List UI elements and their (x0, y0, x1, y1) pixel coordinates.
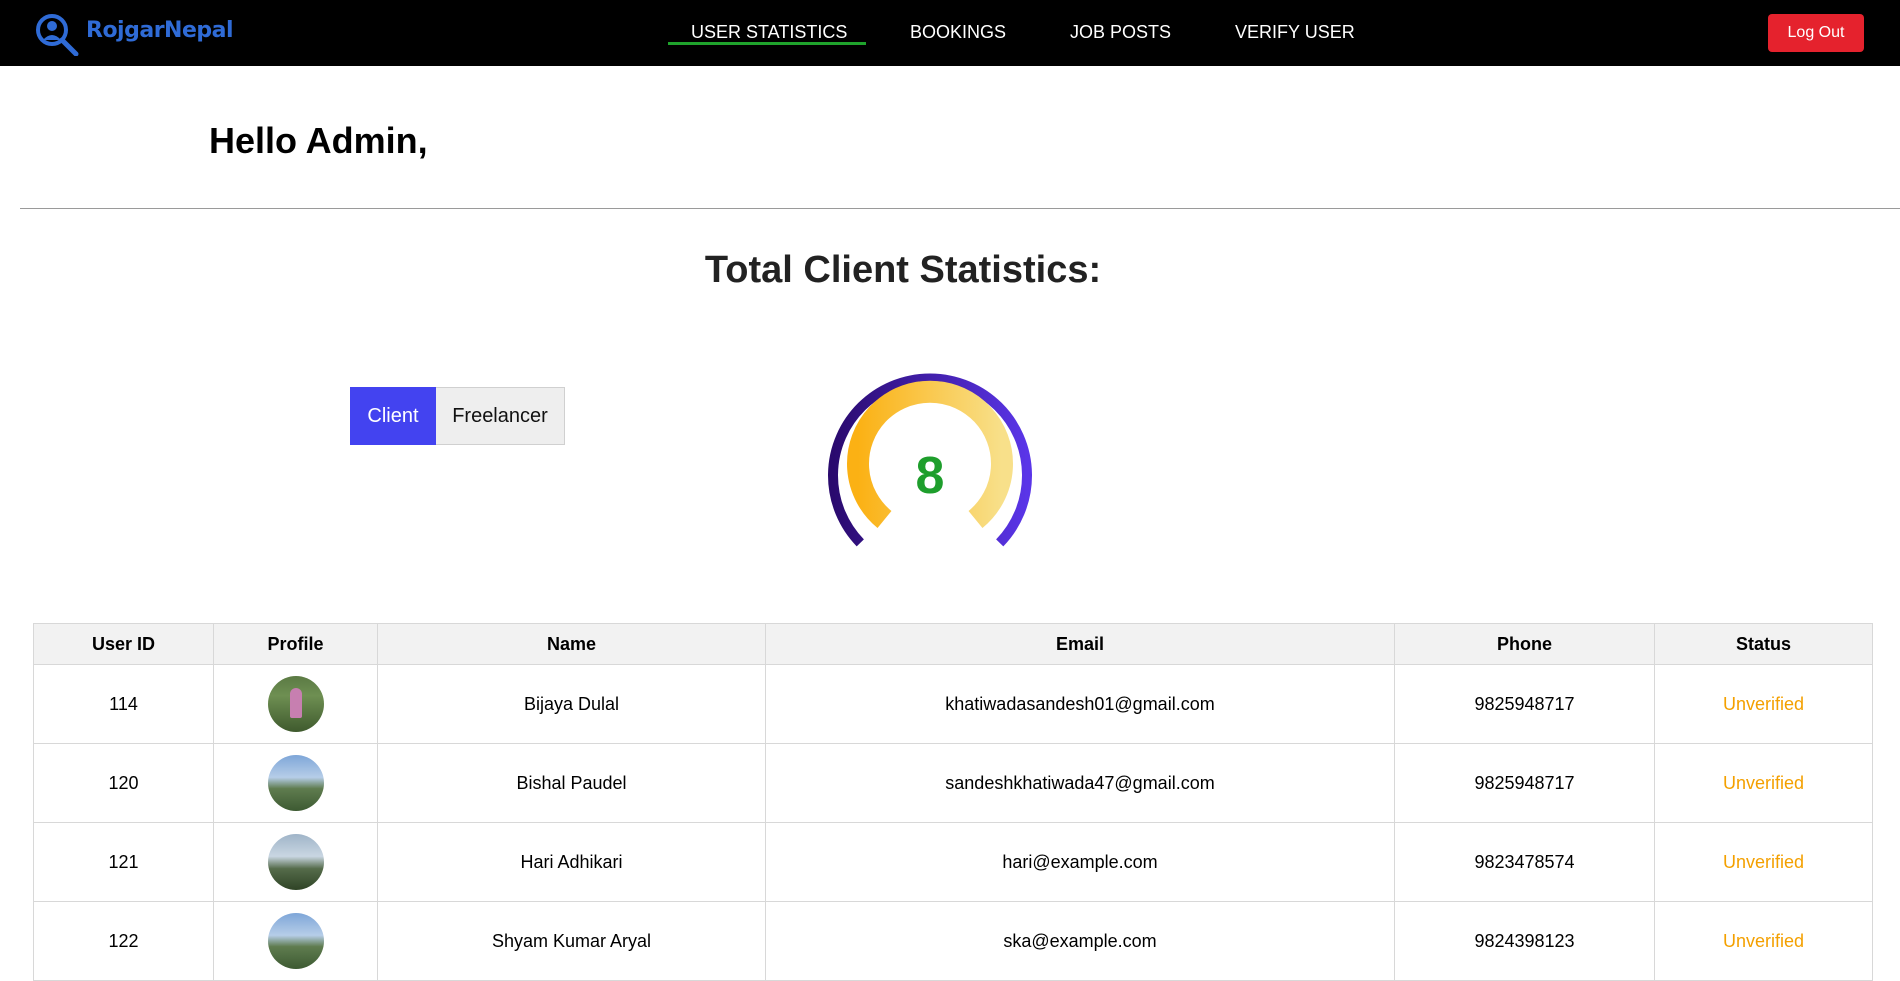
user-id-cell: 120 (33, 743, 214, 823)
nav-job-posts[interactable]: JOB POSTS (1070, 22, 1171, 43)
user-id-cell: 121 (33, 822, 214, 902)
avatar (267, 913, 324, 969)
phone-cell: 9825948717 (1394, 664, 1655, 744)
column-header-user-id: User ID (33, 623, 214, 665)
name-cell: Hari Adhikari (377, 822, 766, 902)
active-nav-indicator (668, 42, 866, 45)
greeting-heading: Hello Admin, (209, 120, 428, 161)
table-row[interactable]: 122 Shyam Kumar Aryal ska@example.com 98… (33, 901, 1873, 981)
profile-cell (213, 743, 378, 823)
avatar (267, 834, 324, 890)
column-header-phone: Phone (1394, 623, 1655, 665)
email-cell: sandeshkhatiwada47@gmail.com (765, 743, 1395, 823)
top-navbar: RojgarNepal USER STATISTICS BOOKINGS JOB… (0, 0, 1900, 66)
users-table: User ID Profile Name Email Phone Status … (33, 623, 1873, 981)
name-cell: Shyam Kumar Aryal (377, 901, 766, 981)
column-header-status: Status (1654, 623, 1873, 665)
table-row[interactable]: 121 Hari Adhikari hari@example.com 98234… (33, 822, 1873, 902)
nav-verify-user[interactable]: VERIFY USER (1235, 22, 1355, 43)
avatar (267, 676, 324, 732)
users-table-container: User ID Profile Name Email Phone Status … (33, 623, 1873, 981)
user-id-cell: 122 (33, 901, 214, 981)
profile-cell (213, 822, 378, 902)
status-badge: Unverified (1654, 822, 1873, 902)
user-type-toggle: Client Freelancer (350, 387, 565, 445)
client-count-gauge: 8 (820, 368, 1040, 548)
status-badge: Unverified (1654, 901, 1873, 981)
gauge-value: 8 (915, 447, 945, 505)
logout-button[interactable]: Log Out (1768, 14, 1864, 52)
user-id-cell: 114 (33, 664, 214, 744)
phone-cell: 9824398123 (1394, 901, 1655, 981)
profile-cell (213, 664, 378, 744)
column-header-name: Name (377, 623, 766, 665)
email-cell: ska@example.com (765, 901, 1395, 981)
table-row[interactable]: 120 Bishal Paudel sandeshkhatiwada47@gma… (33, 743, 1873, 823)
name-cell: Bijaya Dulal (377, 664, 766, 744)
client-toggle-button[interactable]: Client (350, 387, 436, 445)
profile-cell (213, 901, 378, 981)
table-row[interactable]: 114 Bijaya Dulal khatiwadasandesh01@gmai… (33, 664, 1873, 744)
nav-user-statistics[interactable]: USER STATISTICS (691, 22, 847, 43)
freelancer-toggle-button[interactable]: Freelancer (436, 387, 565, 445)
column-header-profile: Profile (213, 623, 378, 665)
avatar (267, 755, 324, 811)
nav-bookings[interactable]: BOOKINGS (910, 22, 1006, 43)
column-header-email: Email (765, 623, 1395, 665)
name-cell: Bishal Paudel (377, 743, 766, 823)
phone-cell: 9823478574 (1394, 822, 1655, 902)
section-divider (20, 208, 1900, 209)
table-header-row: User ID Profile Name Email Phone Status (33, 623, 1873, 665)
main-nav: USER STATISTICS BOOKINGS JOB POSTS VERIF… (0, 0, 1900, 66)
email-cell: hari@example.com (765, 822, 1395, 902)
phone-cell: 9825948717 (1394, 743, 1655, 823)
status-badge: Unverified (1654, 664, 1873, 744)
email-cell: khatiwadasandesh01@gmail.com (765, 664, 1395, 744)
status-badge: Unverified (1654, 743, 1873, 823)
stats-title: Total Client Statistics: (704, 249, 1102, 291)
